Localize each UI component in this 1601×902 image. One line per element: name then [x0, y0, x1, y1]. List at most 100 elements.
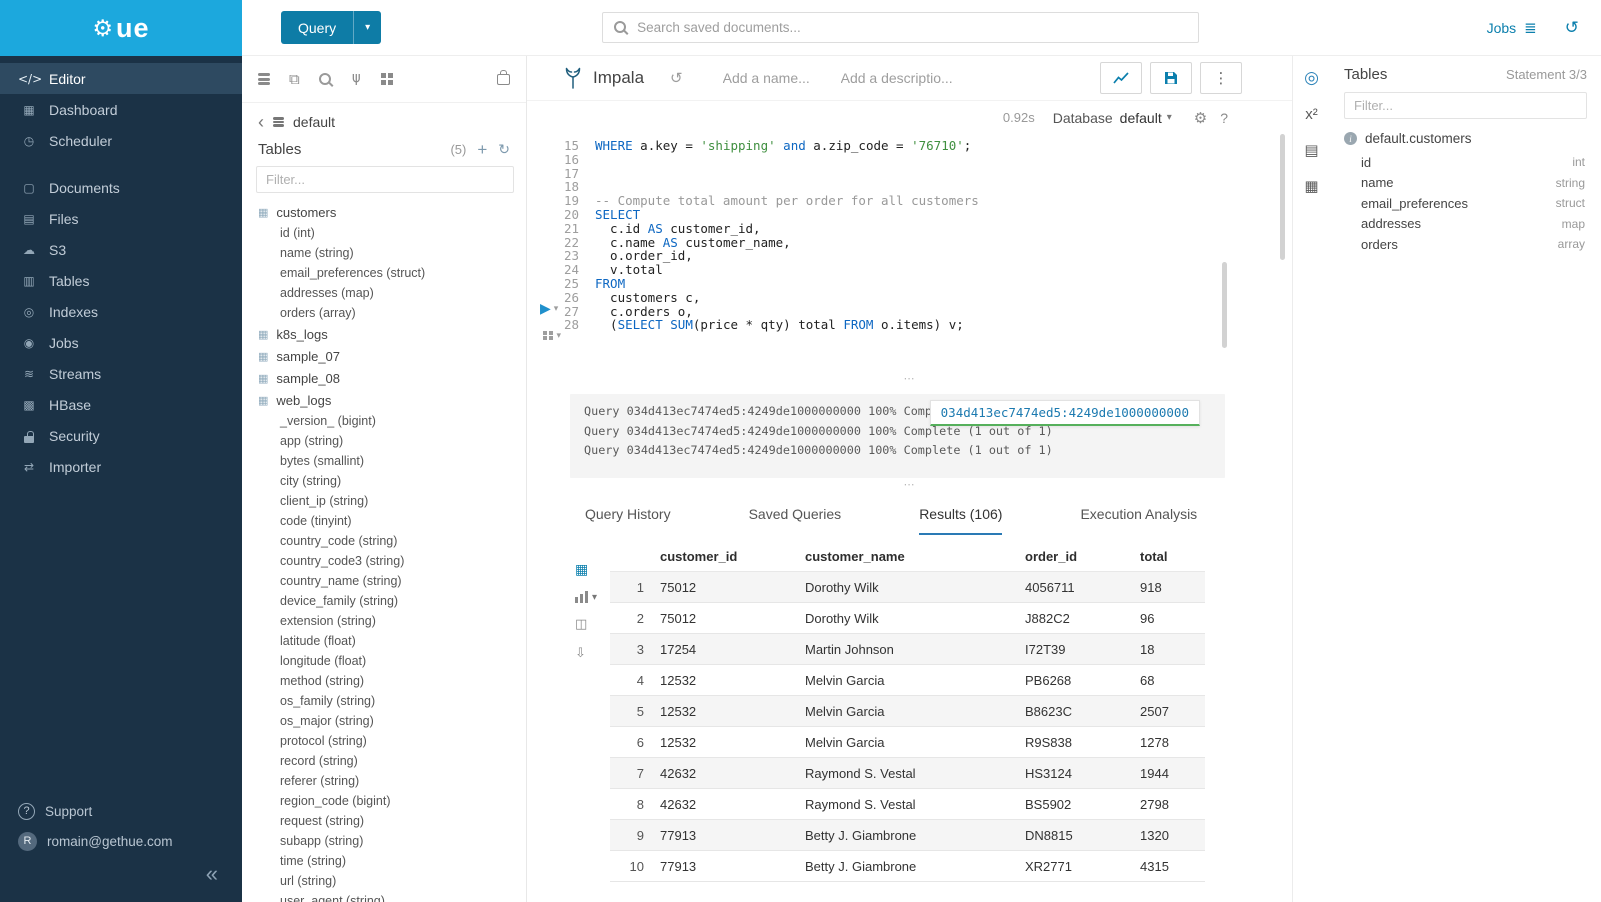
sidebar-item-files[interactable]: ▤Files	[0, 203, 242, 234]
format-menu-button[interactable]: ▾	[543, 330, 561, 341]
sidebar-item-editor[interactable]: </>Editor	[0, 63, 242, 94]
assist-column[interactable]: _version_ (bigint)	[258, 411, 526, 431]
table-row[interactable]: 612532Melvin GarciaR9S8381278	[610, 727, 1205, 758]
table-row[interactable]: 175012Dorothy Wilk4056711918	[610, 572, 1205, 603]
bag-icon[interactable]	[497, 74, 510, 85]
sitemap-icon[interactable]: ⋔	[350, 70, 363, 88]
assist-column[interactable]: country_name (string)	[258, 571, 526, 591]
table-filter-input[interactable]	[256, 166, 514, 193]
active-table[interactable]: i default.customers	[1344, 131, 1587, 146]
sidebar-item-tables[interactable]: ▥Tables	[0, 265, 242, 296]
assist-column[interactable]: method (string)	[258, 671, 526, 691]
assist-column[interactable]: city (string)	[258, 471, 526, 491]
columns-view-icon[interactable]: ◫	[575, 616, 587, 632]
help-icon[interactable]: ?	[1220, 110, 1228, 126]
sidebar-item-s3[interactable]: ☁S3	[0, 234, 242, 265]
assist-column[interactable]: country_code (string)	[258, 531, 526, 551]
assist-column[interactable]: time (string)	[258, 851, 526, 871]
tab-execution-analysis[interactable]: Execution Analysis	[1080, 506, 1197, 535]
query-name-input[interactable]	[721, 69, 825, 87]
sql-editor[interactable]: 15WHERE a.key = 'shipping' and a.zip_cod…	[527, 134, 1292, 372]
new-query-button[interactable]: Query ▾	[281, 11, 381, 44]
execute-button[interactable]: ▶ ▾	[540, 300, 558, 317]
assist-column[interactable]: name (string)	[258, 243, 526, 263]
sidebar-item-hbase[interactable]: ▩HBase	[0, 389, 242, 420]
assist-column[interactable]: id (int)	[258, 223, 526, 243]
database-select[interactable]: default ▾	[1120, 110, 1172, 126]
support-link[interactable]: ? Support	[0, 796, 242, 826]
assist-table[interactable]: ▦web_logs	[258, 389, 526, 411]
column-header[interactable]: order_id	[1025, 549, 1140, 564]
editor-scrollbar[interactable]	[1280, 134, 1285, 260]
sidebar-collapse-button[interactable]: «	[0, 856, 242, 892]
schema-column[interactable]: idint	[1344, 152, 1587, 173]
assist-table[interactable]: ▦k8s_logs	[258, 323, 526, 345]
apps-icon[interactable]	[381, 73, 393, 85]
sidebar-item-documents[interactable]: ▢Documents	[0, 172, 242, 203]
language-reference-icon[interactable]: ▤	[1304, 141, 1318, 159]
jobs-link[interactable]: Jobs ≣	[1487, 19, 1537, 37]
table-row[interactable]: 842632Raymond S. VestalBS59022798	[610, 789, 1205, 820]
back-chevron-icon[interactable]: ‹	[258, 113, 264, 131]
assist-column[interactable]: url (string)	[258, 871, 526, 891]
assist-column[interactable]: user_agent (string)	[258, 891, 526, 902]
column-header[interactable]: customer_name	[805, 549, 1025, 564]
more-actions-button[interactable]: ⋮	[1200, 62, 1242, 94]
sidebar-item-streams[interactable]: ≋Streams	[0, 358, 242, 389]
database-name[interactable]: default	[293, 114, 335, 130]
tab-saved-queries[interactable]: Saved Queries	[749, 506, 842, 535]
save-button[interactable]	[1150, 62, 1192, 94]
assist-column[interactable]: region_code (bigint)	[258, 791, 526, 811]
assist-column[interactable]: latitude (float)	[258, 631, 526, 651]
schema-column[interactable]: addressesmap	[1344, 214, 1587, 235]
tab-results-106[interactable]: Results (106)	[919, 506, 1002, 535]
hue-logo[interactable]: ⚙ ue	[0, 0, 242, 56]
assist-column[interactable]: device_family (string)	[258, 591, 526, 611]
schema-column[interactable]: namestring	[1344, 173, 1587, 194]
download-icon[interactable]: ⇩	[575, 645, 586, 661]
sidebar-item-security[interactable]: Security	[0, 420, 242, 451]
functions-icon[interactable]: x²	[1305, 106, 1318, 123]
code-scrollbar[interactable]	[1222, 262, 1227, 348]
table-row[interactable]: 512532Melvin GarciaB8623C2507	[610, 696, 1205, 727]
sidebar-item-indexes[interactable]: ◎Indexes	[0, 296, 242, 327]
query-history-icon[interactable]: ↺	[1565, 18, 1579, 38]
table-row[interactable]: 412532Melvin GarciaPB626868	[610, 665, 1205, 696]
resize-handle[interactable]: ⋯	[527, 372, 1292, 384]
assist-column[interactable]: addresses (map)	[258, 283, 526, 303]
resize-handle[interactable]: ⋯	[527, 478, 1292, 490]
search-input[interactable]	[602, 12, 1199, 43]
refresh-icon[interactable]: ↻	[498, 141, 510, 158]
assist-column[interactable]: country_code3 (string)	[258, 551, 526, 571]
user-menu[interactable]: R romain@gethue.com	[0, 826, 242, 856]
assist-table[interactable]: ▦sample_08	[258, 367, 526, 389]
assist-column[interactable]: client_ip (string)	[258, 491, 526, 511]
tab-query-history[interactable]: Query History	[585, 506, 671, 535]
sidebar-item-scheduler[interactable]: ◷Scheduler	[0, 125, 242, 156]
table-row[interactable]: 317254Martin JohnsonI72T3918	[610, 634, 1205, 665]
table-row[interactable]: 977913Betty J. GiambroneDN88151320	[610, 820, 1205, 851]
assist-table[interactable]: ▦sample_07	[258, 345, 526, 367]
sidebar-item-jobs[interactable]: ◉Jobs	[0, 327, 242, 358]
schema-column[interactable]: email_preferencesstruct	[1344, 193, 1587, 214]
assist-column[interactable]: extension (string)	[258, 611, 526, 631]
assist-column[interactable]: os_major (string)	[258, 711, 526, 731]
column-header[interactable]: total	[1140, 549, 1205, 564]
grid-view-icon[interactable]: ▦	[575, 561, 588, 578]
assist-column[interactable]: request (string)	[258, 811, 526, 831]
zoom-icon[interactable]	[319, 73, 331, 85]
assistant-icon[interactable]: ◎	[1304, 68, 1319, 88]
assist-column[interactable]: code (tinyint)	[258, 511, 526, 531]
assist-table[interactable]: ▦customers	[258, 201, 526, 223]
sidebar-item-importer[interactable]: ⇄Importer	[0, 451, 242, 482]
assist-column[interactable]: os_family (string)	[258, 691, 526, 711]
chart-view-button[interactable]: ▾	[575, 591, 597, 603]
assist-column[interactable]: record (string)	[258, 751, 526, 771]
settings-gear-icon[interactable]: ⚙	[1194, 109, 1207, 127]
query-description-input[interactable]	[839, 69, 963, 87]
assist-column[interactable]: bytes (smallint)	[258, 451, 526, 471]
sidebar-item-dashboard[interactable]: ▦Dashboard	[0, 94, 242, 125]
snippet-history-icon[interactable]: ↺	[670, 69, 683, 87]
new-query-label[interactable]: Query	[281, 11, 353, 44]
assist-column[interactable]: protocol (string)	[258, 731, 526, 751]
